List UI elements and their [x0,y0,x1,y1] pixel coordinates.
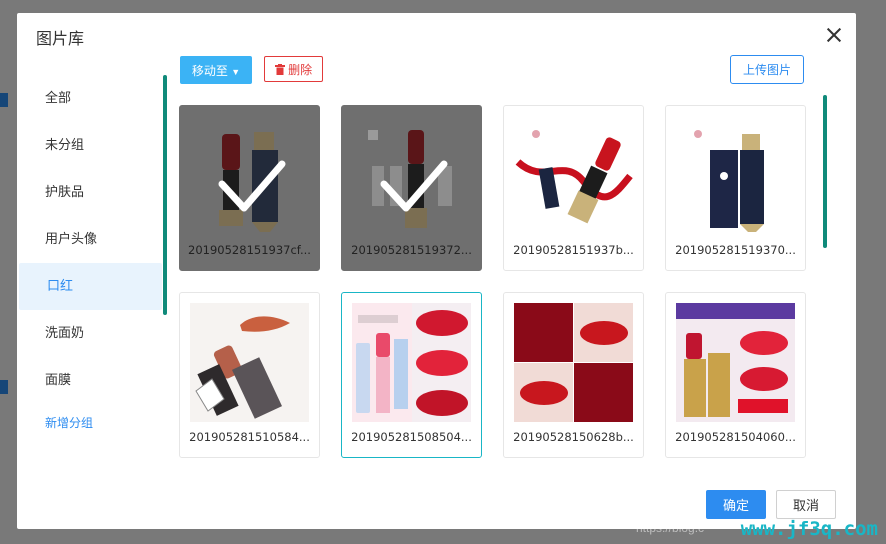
check-icon [218,160,286,212]
image-thumbnail [676,116,795,235]
image-card[interactable]: 201905281519370... [665,105,806,271]
faint-watermark: https://blog.c [636,521,705,535]
image-filename: 201905281508504... [351,430,472,444]
close-icon[interactable] [826,27,842,43]
move-to-button[interactable]: 移动至 ▼ [180,56,252,84]
delete-button[interactable]: 删除 [264,56,323,82]
image-library-dialog: 图片库 全部 未分组 护肤品 用户头像 口红 洗面奶 面膜 新增分组 移动至 ▼… [17,13,856,529]
sidebar-item-mask[interactable]: 面膜 [17,357,162,404]
check-icon [380,160,448,212]
dialog-title: 图片库 [36,29,85,48]
group-sidebar: 全部 未分组 护肤品 用户头像 口红 洗面奶 面膜 新增分组 [17,75,162,431]
site-watermark: www.jf3q.com [740,518,878,540]
image-card[interactable]: 201905281504060... [665,292,806,458]
sidebar-item-lipstick[interactable]: 口红 [19,263,162,310]
trash-icon [274,63,285,75]
image-thumbnail [514,303,633,422]
cancel-button[interactable]: 取消 [776,490,836,519]
upload-image-button[interactable]: 上传图片 [730,55,804,84]
image-filename: 201905281504060... [675,430,796,444]
sidebar-item-skincare[interactable]: 护肤品 [17,169,162,216]
image-thumbnail [514,116,633,235]
sidebar-scrollbar[interactable] [163,75,167,315]
image-card[interactable]: 20190528150628b... [503,292,644,458]
image-card[interactable]: 20190528151937cf... [179,105,320,271]
add-group-link[interactable]: 新增分组 [17,414,162,431]
image-filename: 20190528151937b... [513,243,634,257]
image-filename: 201905281519372... [351,243,472,257]
image-thumbnail [676,303,795,422]
sidebar-item-all[interactable]: 全部 [17,75,162,122]
image-card[interactable]: 20190528151937b... [503,105,644,271]
image-card[interactable]: 201905281508504... [341,292,482,458]
image-grid-scrollbar[interactable] [823,95,827,248]
sidebar-item-cleanser[interactable]: 洗面奶 [17,310,162,357]
image-thumbnail [352,303,471,422]
image-filename: 20190528150628b... [513,430,634,444]
sidebar-item-avatars[interactable]: 用户头像 [17,216,162,263]
move-to-label: 移动至 [191,63,228,78]
image-card[interactable]: 201905281510584... [179,292,320,458]
image-filename: 20190528151937cf... [188,243,311,257]
confirm-button[interactable]: 确定 [706,490,766,519]
image-filename: 201905281510584... [189,430,310,444]
caret-down-icon: ▼ [231,66,241,77]
delete-label: 删除 [288,62,313,77]
sidebar-item-ungrouped[interactable]: 未分组 [17,122,162,169]
image-filename: 201905281519370... [675,243,796,257]
image-card[interactable]: 201905281519372... [341,105,482,271]
image-thumbnail [190,303,309,422]
